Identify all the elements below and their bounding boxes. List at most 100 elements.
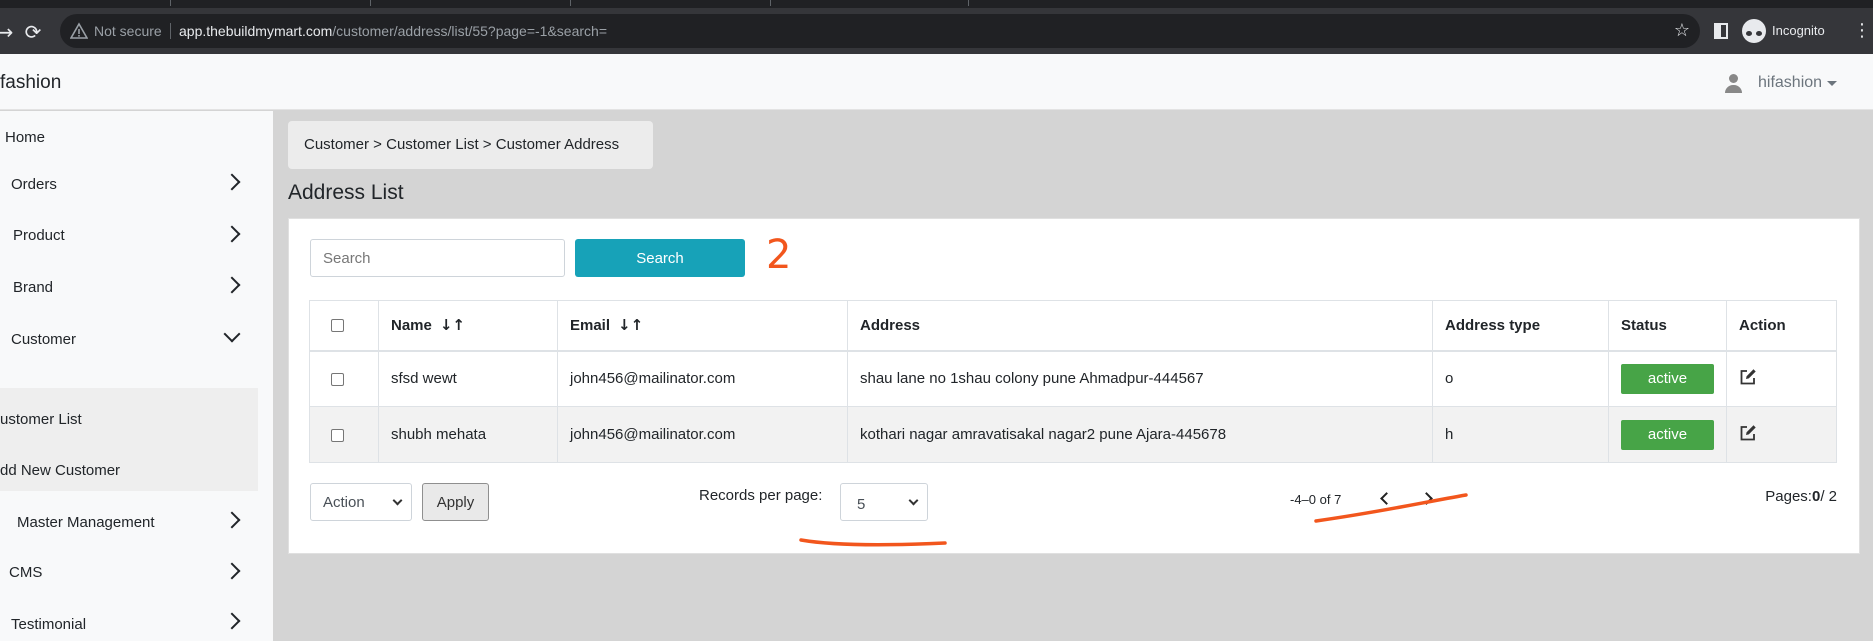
sort-icon[interactable]: ↓↑ (618, 316, 643, 334)
sidebar-item-label: Customer (11, 331, 77, 348)
incognito-icon (1742, 19, 1766, 43)
table-header-row: Name ↓↑ Email ↓↑ Address Address type Stat… (309, 300, 1837, 352)
url-path: /customer/address/list/55?page=-1&search… (332, 23, 608, 39)
previous-page-button[interactable] (1378, 487, 1392, 509)
select-all-cell (309, 300, 379, 352)
next-page-button[interactable] (1420, 487, 1434, 509)
status-column-header: Status (1608, 300, 1727, 352)
edit-icon[interactable] (1739, 424, 1757, 442)
action-column-header: Action (1726, 300, 1837, 352)
chevron-down-icon (908, 495, 919, 506)
edit-icon[interactable] (1739, 368, 1757, 386)
sidebar-item-home[interactable]: Home (0, 119, 258, 159)
chevron-down-icon (392, 495, 403, 506)
address-column-header: Address (847, 300, 1433, 352)
search-button[interactable]: Search (575, 239, 745, 277)
sidebar-subitem-customer-list[interactable]: ustomer List (0, 411, 82, 428)
pages-indicator: Pages:0/ 2 (1765, 488, 1837, 505)
status-badge[interactable]: active (1621, 363, 1714, 394)
status-badge[interactable]: active (1621, 419, 1714, 450)
sidebar: Home Orders Product Brand Customer ustom… (0, 111, 273, 641)
email-cell: john456@mailinator.com (557, 406, 848, 463)
tab-separator (770, 0, 771, 6)
caret-down-icon (1827, 80, 1838, 86)
table-row: shubh mehata john456@mailinator.com koth… (309, 406, 1837, 463)
address-list-card: Search Name ↓↑ Email ↓↑ Address Address ty… (288, 218, 1860, 554)
header-label: Name (391, 317, 432, 335)
chevron-right-icon (223, 562, 241, 580)
sidebar-item-testimonial[interactable]: Testimonial (0, 605, 258, 641)
header-label: Address (860, 316, 921, 334)
address-cell: kothari nagar amravatisakal nagar2 pune … (847, 406, 1433, 463)
chevron-right-icon (223, 276, 241, 294)
sidebar-item-label: Brand (13, 279, 54, 296)
header-label: Email (570, 317, 611, 335)
sidebar-item-label: Orders (11, 176, 57, 193)
status-cell: active (1608, 406, 1727, 463)
tab-separator (370, 0, 371, 6)
sidebar-item-label: Testimonial (11, 616, 87, 633)
pagination-range: -4–0 of 7 (1290, 492, 1342, 507)
url-text[interactable]: app.thebuildmymart.com/customer/address/… (179, 23, 607, 39)
header-label: Address type (1445, 316, 1541, 334)
chevron-right-icon (223, 173, 241, 191)
sidebar-item-product[interactable]: Product (0, 217, 258, 257)
records-per-page-label: Records per page: (699, 487, 823, 504)
tab-separator (570, 0, 571, 6)
select-all-checkbox[interactable] (331, 319, 344, 333)
address-bar[interactable]: Not secure app.thebuildmymart.com/custom… (60, 14, 1700, 48)
search-input[interactable] (310, 239, 565, 277)
action-cell (1726, 406, 1837, 463)
sidebar-item-label: Home (5, 129, 46, 146)
header-label: Status (1621, 316, 1667, 334)
sidebar-item-label: CMS (9, 564, 43, 581)
sidebar-item-brand[interactable]: Brand (0, 268, 258, 308)
records-per-page-select[interactable]: 5 (840, 483, 928, 521)
bulk-action-select[interactable]: Action (310, 483, 412, 521)
name-cell: sfsd wewt (378, 350, 558, 407)
tab-separator (170, 0, 171, 6)
omnibox-divider (170, 23, 171, 39)
sort-icon[interactable]: ↓↑ (440, 316, 465, 334)
not-secure-label: Not secure (94, 23, 162, 39)
header-label: Action (1739, 316, 1786, 334)
browser-tab-strip (0, 0, 1873, 8)
name-column-header[interactable]: Name ↓↑ (378, 300, 558, 352)
sidebar-subitem-add-new-customer[interactable]: dd New Customer (0, 462, 120, 479)
sidebar-item-orders[interactable]: Orders (0, 165, 258, 205)
user-icon (1724, 73, 1744, 93)
customer-submenu: ustomer List dd New Customer (0, 388, 258, 491)
select-value: Action (323, 494, 365, 511)
chevron-down-icon (223, 325, 241, 343)
back-arrow-icon[interactable]: → (0, 21, 16, 43)
reload-icon[interactable]: ⟳ (22, 21, 44, 43)
row-checkbox[interactable] (331, 372, 344, 386)
sidebar-item-label: Master Management (17, 514, 155, 531)
address-type-cell: o (1432, 350, 1609, 407)
warning-icon (70, 22, 88, 39)
user-menu[interactable]: hifashion (1724, 72, 1838, 94)
table-row: sfsd wewt john456@mailinator.com shau la… (309, 350, 1837, 407)
browser-toolbar: → ⟳ Not secure app.thebuildmymart.com/cu… (0, 8, 1873, 54)
bookmark-star-icon[interactable]: ☆ (1674, 20, 1690, 41)
row-select-cell (309, 406, 379, 463)
url-host: app.thebuildmymart.com (179, 23, 333, 39)
address-type-cell: h (1432, 406, 1609, 463)
sidebar-item-label: Product (13, 227, 65, 244)
pages-suffix: / 2 (1820, 488, 1837, 505)
status-cell: active (1608, 350, 1727, 407)
sidebar-item-master-management[interactable]: Master Management (0, 502, 258, 542)
email-column-header[interactable]: Email ↓↑ (557, 300, 848, 352)
breadcrumb[interactable]: Customer > Customer List > Customer Addr… (288, 121, 653, 169)
sidebar-item-customer[interactable]: Customer (0, 319, 258, 359)
row-checkbox[interactable] (331, 428, 344, 442)
tab-separator (968, 0, 969, 6)
address-cell: shau lane no 1shau colony pune Ahmadpur-… (847, 350, 1433, 407)
sidebar-item-cms[interactable]: CMS (0, 554, 258, 594)
chevron-right-icon (223, 511, 241, 529)
browser-menu-icon[interactable]: ⋮ (1853, 21, 1871, 41)
side-panel-icon[interactable] (1714, 23, 1728, 39)
apply-button[interactable]: Apply (422, 483, 489, 521)
app-header: fashion hifashion (0, 54, 1873, 110)
brand-name[interactable]: fashion (0, 72, 61, 94)
